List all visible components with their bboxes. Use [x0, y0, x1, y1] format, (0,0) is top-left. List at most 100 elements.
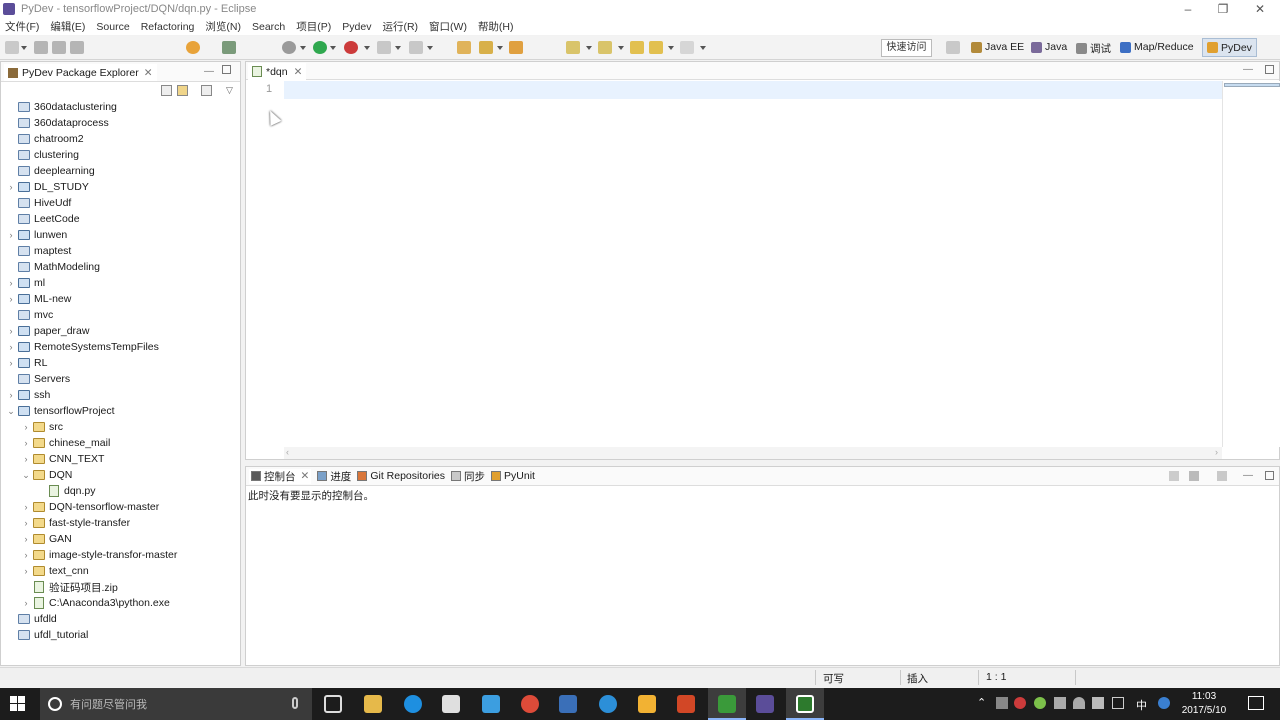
chevron-down-icon[interactable]	[427, 46, 433, 50]
link-with-editor-icon[interactable]	[177, 85, 188, 96]
perspective-debug[interactable]: 调试	[1076, 41, 1111, 56]
perspective-pydev[interactable]: PyDev	[1202, 38, 1257, 57]
collapse-all-icon[interactable]	[161, 85, 172, 96]
vscode-icon[interactable]	[559, 695, 577, 713]
file-explorer-icon[interactable]	[364, 695, 382, 713]
chevron-right-icon[interactable]: ›	[6, 182, 16, 192]
open-perspective-icon[interactable]	[946, 41, 960, 54]
print-icon[interactable]	[70, 41, 84, 54]
minimize-view-icon[interactable]: —	[204, 66, 214, 77]
chevron-right-icon[interactable]: ›	[6, 294, 16, 304]
close-button[interactable]: ✕	[1242, 0, 1278, 18]
pen-icon[interactable]	[479, 41, 493, 54]
tree-item[interactable]: 360dataclustering	[6, 99, 117, 115]
tree-item[interactable]: deeplearning	[6, 163, 95, 179]
tree-item[interactable]: › ML-new	[6, 291, 72, 307]
chevron-right-icon[interactable]: ›	[6, 358, 16, 368]
chevron-down-icon[interactable]	[395, 46, 401, 50]
tree-item[interactable]: 360dataprocess	[6, 115, 109, 131]
tab-git-repositories[interactable]: Git Repositories	[357, 470, 445, 482]
tree-item[interactable]: › C:\Anaconda3\python.exe	[21, 595, 170, 611]
notes-icon[interactable]	[638, 695, 656, 713]
chevron-down-icon[interactable]	[497, 46, 503, 50]
powerpoint-icon[interactable]	[677, 695, 695, 713]
tree-item[interactable]: clustering	[6, 147, 79, 163]
store-icon[interactable]	[442, 695, 460, 713]
close-icon[interactable]: ✕	[144, 67, 153, 79]
maximize-view-icon[interactable]	[1265, 471, 1274, 480]
task-view-icon[interactable]	[324, 695, 342, 713]
scroll-right-icon[interactable]: ›	[1215, 447, 1218, 457]
tree-item[interactable]: › chinese_mail	[21, 435, 111, 451]
chevron-right-icon[interactable]: ›	[21, 534, 31, 544]
tree-item[interactable]: mvc	[6, 307, 53, 323]
maximize-view-icon[interactable]	[1265, 65, 1274, 74]
open-task-icon[interactable]	[509, 41, 523, 54]
tab-console[interactable]: 控制台 ✕	[249, 468, 312, 484]
annotation-next-icon[interactable]	[566, 41, 580, 54]
tree-item[interactable]: chatroom2	[6, 131, 84, 147]
menu-edit[interactable]: 编辑(E)	[50, 19, 85, 34]
chrome-icon[interactable]	[521, 695, 539, 713]
keyboard-icon[interactable]	[1112, 697, 1124, 709]
minimize-button[interactable]: –	[1170, 0, 1206, 18]
volume-icon[interactable]	[1092, 697, 1104, 709]
back-icon[interactable]	[649, 41, 663, 54]
menu-pydev[interactable]: Pydev	[342, 21, 371, 33]
ime-indicator[interactable]: 中	[1136, 697, 1147, 713]
tray-red-icon[interactable]	[1014, 697, 1026, 709]
windows-start-icon[interactable]	[10, 696, 26, 712]
tree-item[interactable]: ⌄ DQN	[21, 467, 72, 483]
camtasia-icon[interactable]	[718, 695, 736, 713]
terminate-icon[interactable]	[377, 41, 391, 54]
tree-item[interactable]: LeetCode	[6, 211, 80, 227]
chevron-right-icon[interactable]: ›	[21, 566, 31, 576]
tree-item[interactable]: › src	[21, 419, 64, 435]
tray-blue-icon[interactable]	[1158, 697, 1170, 709]
chevron-down-icon[interactable]	[300, 46, 306, 50]
tree-item[interactable]: › GAN	[21, 531, 72, 547]
chevron-down-icon[interactable]: ⌄	[21, 470, 31, 481]
eclipse-taskbar-icon[interactable]	[756, 695, 774, 713]
new-icon[interactable]	[5, 41, 19, 54]
debug-icon[interactable]	[282, 41, 296, 54]
tray-icon[interactable]	[996, 697, 1008, 709]
chevron-right-icon[interactable]: ›	[6, 278, 16, 288]
menu-navigate[interactable]: 浏览(N)	[205, 19, 241, 34]
tab-synchronize[interactable]: 同步	[451, 469, 485, 484]
tree-item[interactable]: MathModeling	[6, 259, 100, 275]
scroll-left-icon[interactable]: ‹	[286, 447, 289, 457]
chevron-down-icon[interactable]	[586, 46, 592, 50]
chevron-right-icon[interactable]: ›	[21, 454, 31, 464]
tab-progress[interactable]: 进度	[317, 469, 351, 484]
tab-package-explorer[interactable]: PyDev Package Explorer ✕	[4, 64, 157, 81]
tree-item[interactable]: › ml	[6, 275, 46, 291]
chevron-down-icon[interactable]	[618, 46, 624, 50]
chevron-down-icon[interactable]	[668, 46, 674, 50]
taskbar-clock[interactable]: 11:03 2017/5/10	[1180, 690, 1228, 718]
maximize-view-icon[interactable]	[222, 65, 231, 74]
tree-item[interactable]: ufdld	[6, 611, 57, 627]
chevron-down-icon[interactable]: ⌄	[6, 406, 16, 417]
save-icon[interactable]	[34, 41, 48, 54]
tree-item[interactable]: › paper_draw	[6, 323, 90, 339]
menu-search[interactable]: Search	[252, 21, 285, 33]
minimize-view-icon[interactable]: —	[1243, 470, 1253, 481]
perspective-mapreduce[interactable]: Map/Reduce	[1120, 41, 1194, 53]
wifi-icon[interactable]	[1073, 697, 1085, 709]
tree-item[interactable]: dqn.py	[36, 483, 96, 499]
filter-icon[interactable]	[201, 85, 212, 96]
step-icon[interactable]	[409, 41, 423, 54]
chevron-right-icon[interactable]: ›	[21, 438, 31, 448]
chevron-down-icon[interactable]	[330, 46, 336, 50]
tree-item[interactable]: › ssh	[6, 387, 51, 403]
open-folder-icon[interactable]	[457, 41, 471, 54]
tree-item[interactable]: 验证码项目.zip	[21, 579, 118, 595]
tray-green-icon[interactable]	[1034, 697, 1046, 709]
tree-item[interactable]: Servers	[6, 371, 70, 387]
edge-icon[interactable]	[404, 695, 422, 713]
tree-item[interactable]: › RL	[6, 355, 48, 371]
menu-help[interactable]: 帮助(H)	[478, 19, 514, 34]
chevron-down-icon[interactable]	[364, 46, 370, 50]
tree-item[interactable]: › DL_STUDY	[6, 179, 89, 195]
